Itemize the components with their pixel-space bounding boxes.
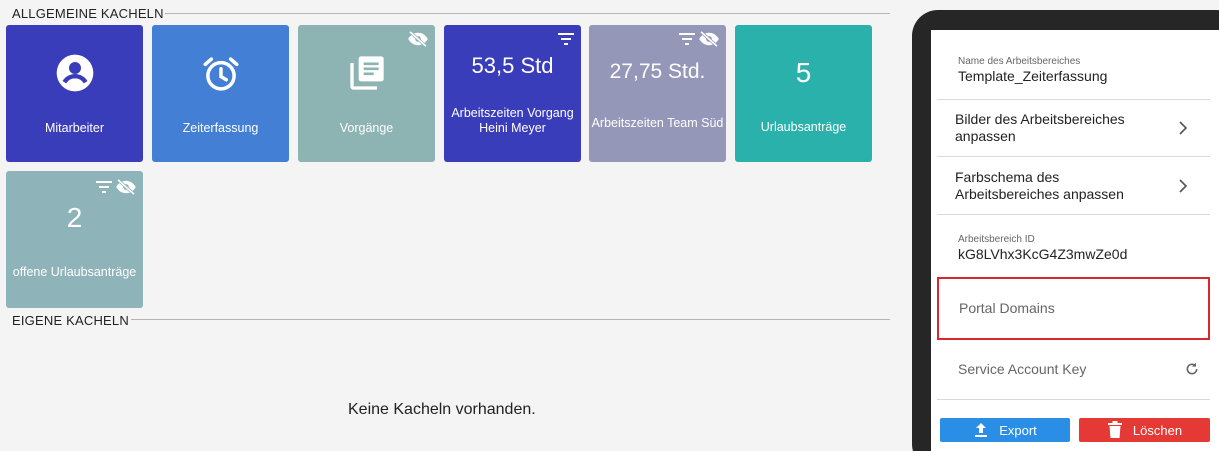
filter-icon[interactable] <box>95 179 113 195</box>
filter-icon[interactable] <box>557 31 575 47</box>
tile-label: Urlaubsanträge <box>760 120 847 134</box>
tile-value: 27,75 Std. <box>609 60 706 83</box>
workspace-name-label: Name des Arbeitsbereiches <box>958 56 1081 67</box>
tile-offene-urlaubsantraege[interactable]: 2 offene Urlaubsanträge <box>6 171 143 308</box>
tile-value: 53,5 Std <box>471 53 554 78</box>
tile-label: Zeiterfassung <box>182 121 259 135</box>
tile-label: Mitarbeiter <box>44 121 105 135</box>
delete-label: Löschen <box>1132 422 1183 438</box>
chevron-right-icon <box>1179 121 1188 135</box>
tile-mitarbeiter[interactable]: Mitarbeiter <box>6 25 143 162</box>
images-settings-row[interactable]: Bilder des Arbeitsbereiches anpassen <box>937 100 1210 157</box>
section-divider-own <box>131 319 890 320</box>
refresh-icon[interactable] <box>1184 361 1200 377</box>
tile-label: Vorgänge <box>339 121 394 135</box>
section-title-general-text: ALLGEMEINE KACHELN <box>12 6 164 21</box>
color-scheme-label: Farbschema des Arbeitsbereiches anpassen <box>955 169 1124 202</box>
tile-label: Arbeitszeiten Vorgang Heini Meyer <box>451 106 574 135</box>
delete-button[interactable]: Löschen <box>1079 418 1210 442</box>
tile-arbeitszeiten-team[interactable]: 27,75 Std. Arbeitszeiten Team Süd <box>589 25 726 162</box>
workspace-name-value: Template_Zeiterfassung <box>958 68 1108 84</box>
portal-domains-field[interactable]: Portal Domains <box>937 277 1210 340</box>
chevron-right-icon <box>1179 178 1188 193</box>
tile-label: offene Urlaubsanträge <box>12 265 137 279</box>
section-title-own-text: EIGENE KACHELN <box>12 313 129 328</box>
workspace-name-row[interactable]: Name des Arbeitsbereiches Template_Zeite… <box>937 48 1210 100</box>
color-scheme-row[interactable]: Farbschema des Arbeitsbereiches anpassen <box>937 157 1210 215</box>
section-title-general: ALLGEMEINE KACHELN <box>12 6 164 21</box>
workspace-id-row[interactable]: Arbeitsbereich ID kG8LVhx3KcG4Z3mwZe0d <box>937 215 1210 277</box>
tile-zeiterfassung[interactable]: Zeiterfassung <box>152 25 289 162</box>
tile-value: 5 <box>795 57 812 88</box>
workspace-id-label: Arbeitsbereich ID <box>958 234 1035 245</box>
empty-tiles-message: Keine Kacheln vorhanden. <box>348 401 536 418</box>
visibility-off-icon[interactable] <box>407 31 429 47</box>
filter-icon[interactable] <box>678 31 696 47</box>
images-settings-label: Bilder des Arbeitsbereiches anpassen <box>955 111 1125 144</box>
visibility-off-icon[interactable] <box>115 179 137 195</box>
tile-label: Arbeitszeiten Team Süd <box>591 116 724 130</box>
section-divider-general <box>165 13 890 14</box>
upload-icon <box>975 423 988 437</box>
tile-vorgaenge[interactable]: Vorgänge <box>298 25 435 162</box>
service-account-key-label: Service Account Key <box>958 361 1087 377</box>
export-button[interactable]: Export <box>940 418 1070 442</box>
visibility-off-icon[interactable] <box>698 31 720 47</box>
person-icon <box>56 54 93 92</box>
tile-urlaubsantraege[interactable]: 5 Urlaubsanträge <box>735 25 872 162</box>
tile-value: 2 <box>66 202 83 233</box>
workspace-id-value: kG8LVhx3KcG4Z3mwZe0d <box>958 246 1128 262</box>
panel-divider <box>937 399 1210 400</box>
section-title-own: EIGENE KACHELN <box>12 313 129 328</box>
portal-domains-label: Portal Domains <box>959 300 1055 316</box>
alarm-clock-icon <box>203 57 238 91</box>
documents-icon <box>349 56 384 90</box>
export-label: Export <box>999 422 1037 438</box>
trash-icon <box>1107 421 1122 438</box>
tile-arbeitszeiten-vorgang[interactable]: 53,5 Std Arbeitszeiten Vorgang Heini Mey… <box>444 25 581 162</box>
